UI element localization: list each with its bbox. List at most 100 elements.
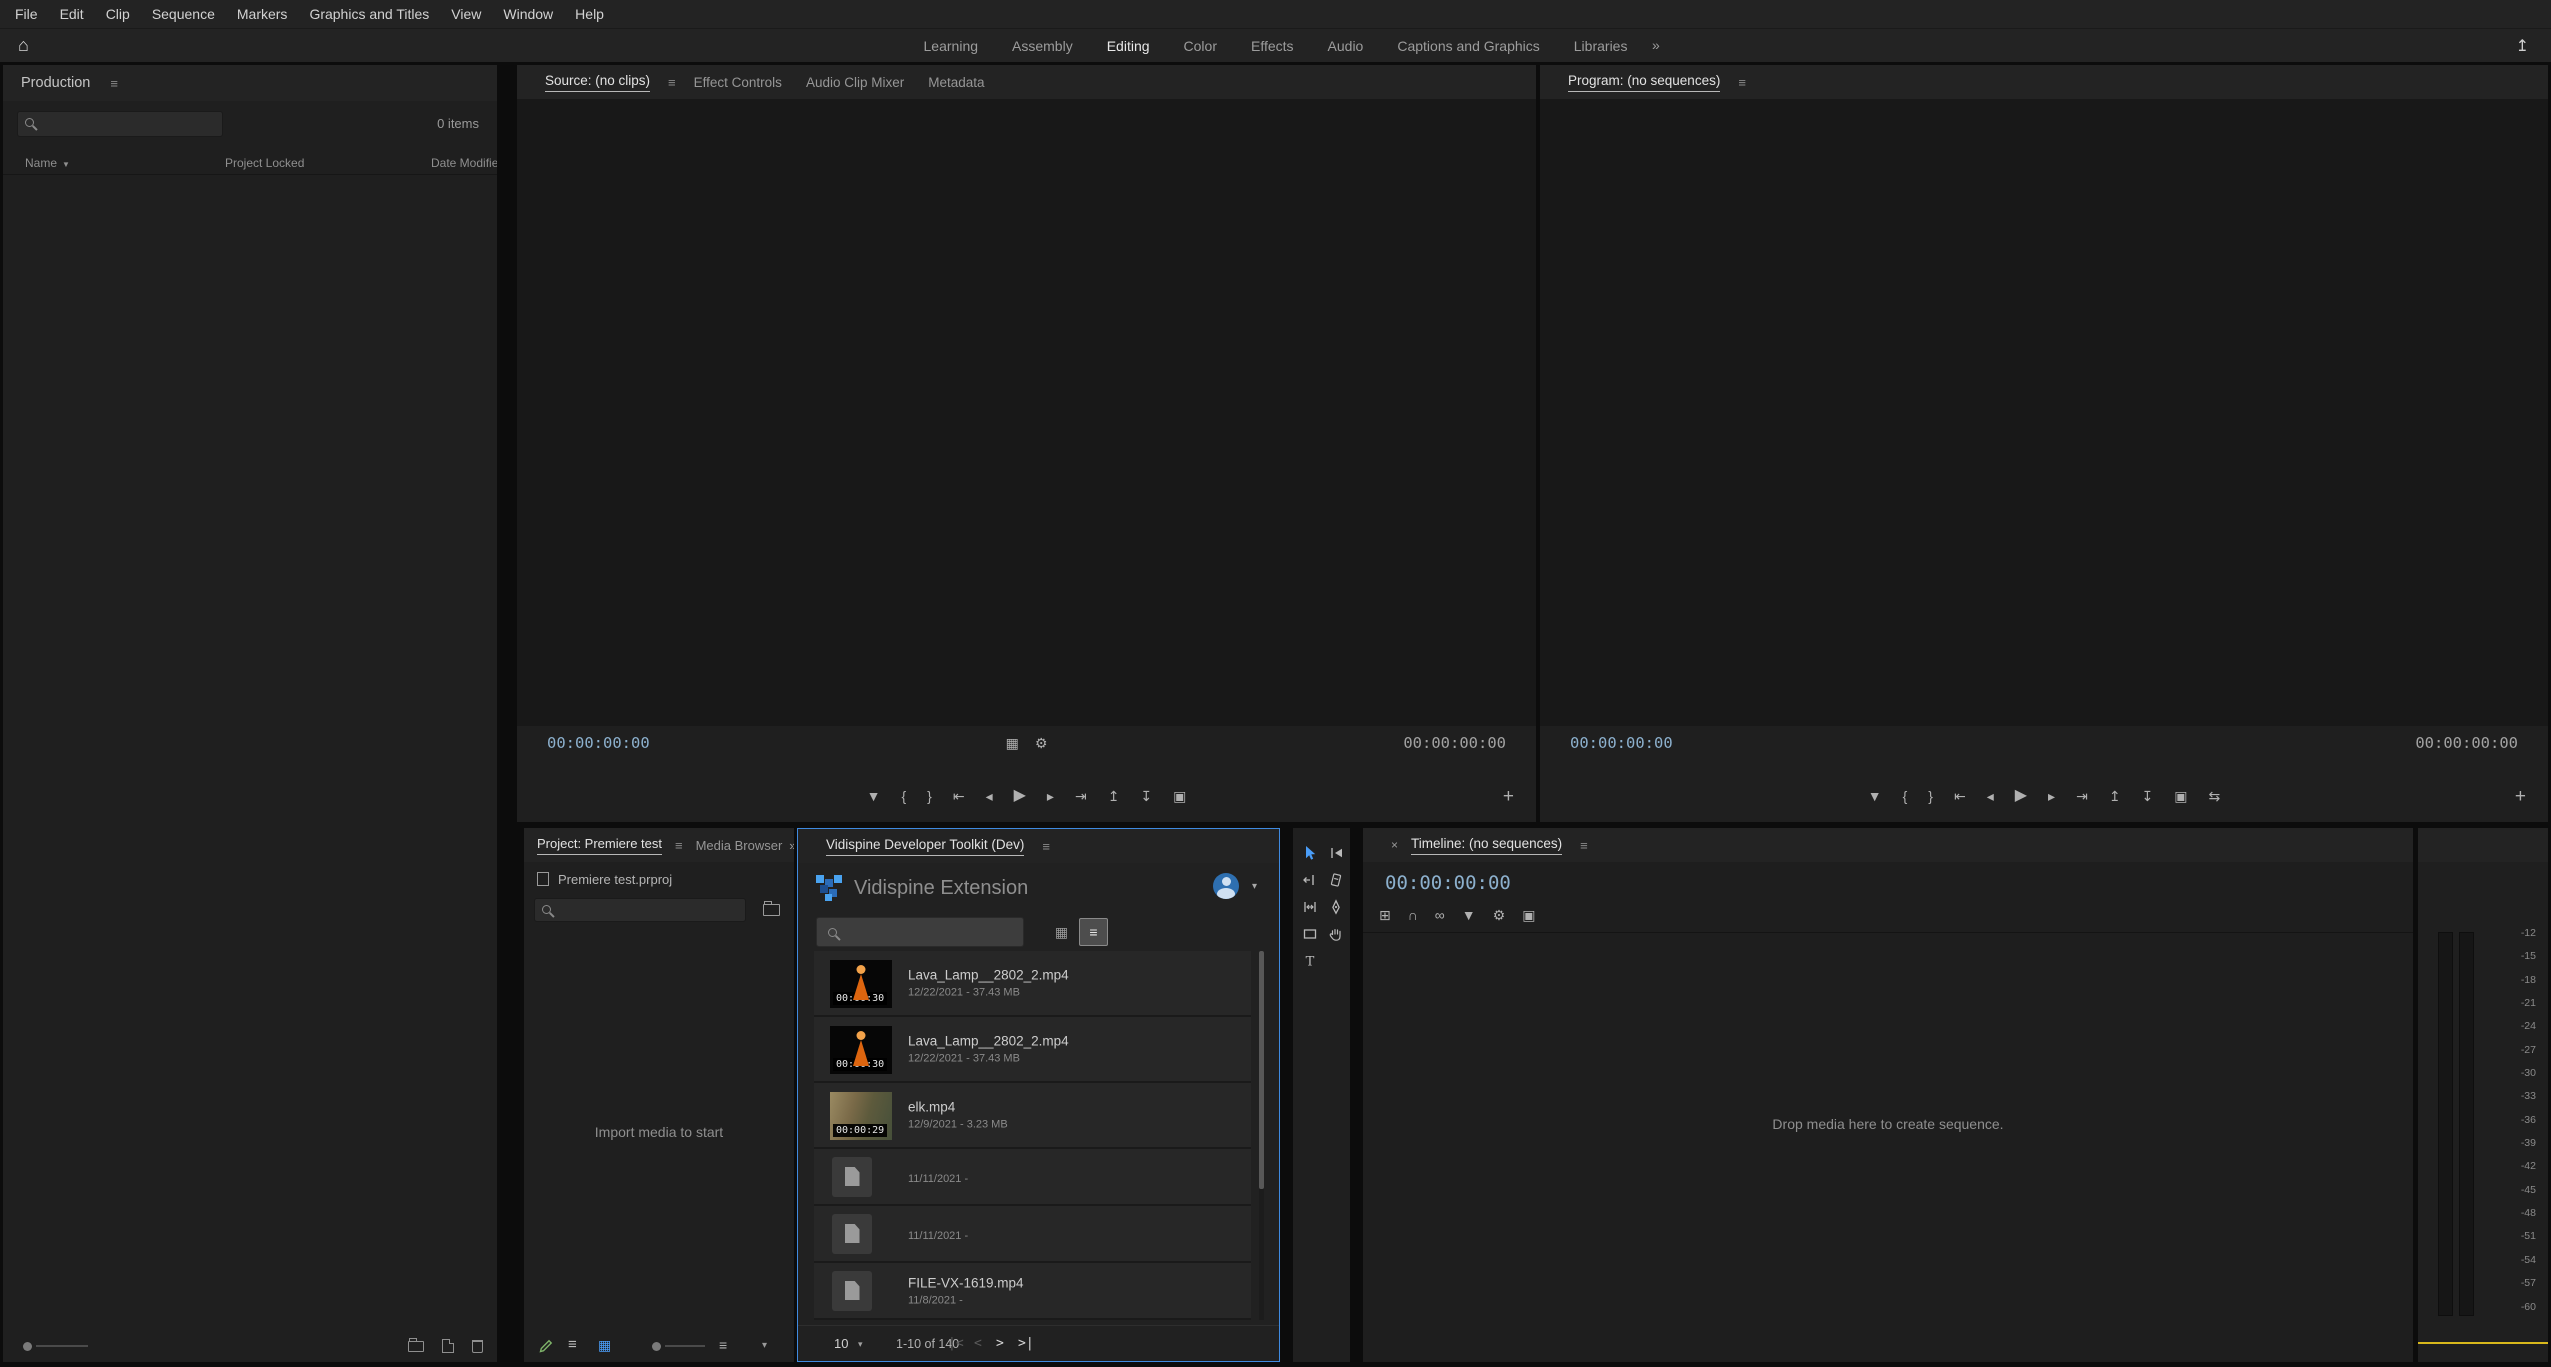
column-header-date-modified[interactable]: Date Modified [431,156,497,170]
media-list-item[interactable]: FILE-VX-1619.mp411/8/2021 - [814,1263,1251,1320]
button-editor-plus-icon[interactable]: + [2515,786,2526,808]
source-tab-audio-clip-mixer[interactable]: Audio Clip Mixer [794,75,916,90]
overwrite-button[interactable]: ↧ [1140,789,1152,803]
timeline-settings-icon[interactable]: ⚙ [1493,908,1506,922]
mark-out-button[interactable]: } [1928,789,1933,803]
hand-tool[interactable] [1325,923,1347,945]
comparison-view-button[interactable]: ⇆ [2209,789,2221,803]
panel-menu-icon[interactable]: ≡ [669,838,689,853]
thumbnail-zoom-slider-handle[interactable] [652,1342,661,1351]
first-page-button[interactable]: |< [948,1336,964,1351]
home-icon[interactable]: ⌂ [18,35,29,56]
avatar-caret-down-icon[interactable]: ▾ [1252,881,1257,892]
mark-out-button[interactable]: } [927,789,932,803]
project-overflow-chevron-icon[interactable]: » [789,838,794,853]
menu-help[interactable]: Help [564,0,615,29]
list-scrollbar-thumb[interactable] [1259,951,1264,1189]
project-writable-pencil-icon[interactable] [538,1338,554,1354]
go-to-in-button[interactable]: ⇤ [1954,789,1966,803]
caret-down-icon[interactable]: ▾ [762,1340,767,1351]
page-size-caret-icon[interactable]: ▾ [858,1339,863,1350]
close-icon[interactable]: × [1391,838,1398,852]
timeline-panel-menu-icon[interactable]: ≡ [1574,838,1594,853]
workspace-tab-assembly[interactable]: Assembly [1012,38,1073,54]
step-back-button[interactable]: ◂ [986,789,993,803]
source-tab-metadata[interactable]: Metadata [916,75,996,90]
step-forward-button[interactable]: ▸ [2048,789,2055,803]
new-bin-icon[interactable] [408,1341,424,1352]
grid-view-button[interactable]: ▦ [1047,918,1076,946]
panel-menu-icon[interactable]: ≡ [1732,75,1752,90]
user-avatar[interactable] [1213,873,1239,899]
step-forward-button[interactable]: ▸ [1047,789,1054,803]
ripple-edit-tool[interactable] [1299,869,1321,891]
button-editor-plus-icon[interactable]: + [1503,786,1514,808]
export-frame-button[interactable]: ▣ [2174,789,2187,803]
menu-clip[interactable]: Clip [95,0,141,29]
delete-icon[interactable] [472,1340,483,1353]
pen-tool[interactable] [1325,896,1347,918]
new-item-icon[interactable] [442,1339,454,1353]
snap-icon[interactable]: ∩ [1408,908,1418,922]
selection-tool[interactable] [1299,842,1321,864]
source-tab-source-no-clips[interactable]: Source: (no clips) [533,73,662,92]
add-marker-button[interactable]: ▼ [867,789,881,803]
program-tab-program-no-sequences[interactable]: Program: (no sequences) [1556,73,1732,92]
zoom-slider-handle[interactable] [23,1342,32,1351]
source-tab-effect-controls[interactable]: Effect Controls [682,75,794,90]
menu-sequence[interactable]: Sequence [141,0,226,29]
page-size-select[interactable]: 10 [834,1336,848,1351]
rectangle-tool[interactable] [1299,923,1321,945]
tab-vidispine-developer-toolkit[interactable]: Vidispine Developer Toolkit (Dev) [814,837,1036,856]
razor-tool[interactable] [1325,869,1347,891]
production-panel-menu-icon[interactable]: ≡ [104,76,124,91]
media-list-item[interactable]: 00:00:30Lava_Lamp__2802_2.mp412/22/2021 … [814,1017,1251,1083]
workspace-tab-audio[interactable]: Audio [1328,38,1364,54]
column-header-project-locked[interactable]: Project Locked [225,156,304,170]
last-page-button[interactable]: >| [1018,1336,1034,1351]
menu-edit[interactable]: Edit [49,0,95,29]
vidispine-search-input[interactable] [816,917,1024,947]
list-view-button[interactable]: ≡ [1079,918,1108,946]
list-view-icon[interactable]: ≡ [568,1336,577,1353]
export-frame-icon[interactable]: ▣ [1522,908,1535,922]
quick-export-icon[interactable]: ↥ [2516,36,2529,56]
workspace-overflow-chevron-icon[interactable]: » [1652,37,1660,53]
media-list-item[interactable]: 11/11/2021 - [814,1206,1251,1263]
playback-settings-icon[interactable]: ▦ [1006,736,1019,750]
go-to-out-button[interactable]: ⇥ [2076,789,2088,803]
go-to-out-button[interactable]: ⇥ [1075,789,1087,803]
menu-file[interactable]: File [4,0,49,29]
go-to-in-button[interactable]: ⇤ [953,789,965,803]
slip-tool[interactable] [1299,896,1321,918]
insert-button[interactable]: ↥ [1108,789,1120,803]
project-tab-project-premiere-test[interactable]: Project: Premiere test [530,836,669,855]
export-frame-button[interactable]: ▣ [1173,789,1186,803]
search-in-bin-folder-icon[interactable] [763,904,780,916]
lift-button[interactable]: ↥ [2109,789,2121,803]
mark-in-button[interactable]: { [1903,789,1908,803]
add-marker-button[interactable]: ▼ [1868,789,1882,803]
workspace-tab-effects[interactable]: Effects [1251,38,1294,54]
vidispine-panel-menu-icon[interactable]: ≡ [1036,839,1056,854]
menu-view[interactable]: View [440,0,492,29]
panel-menu-icon[interactable]: ≡ [662,75,682,90]
nest-toggle-icon[interactable]: ⊞ [1379,908,1391,922]
media-list-item[interactable]: 11/11/2021 - [814,1149,1251,1206]
menu-window[interactable]: Window [492,0,564,29]
workspace-tab-editing[interactable]: Editing [1107,38,1150,54]
thumbnail-zoom-slider-track[interactable] [665,1345,705,1347]
project-search-input[interactable] [534,898,746,922]
next-page-button[interactable]: > [996,1336,1004,1351]
mark-in-button[interactable]: { [901,789,906,803]
settings-wrench-icon[interactable]: ⚙ [1035,736,1048,750]
media-list-item[interactable]: 00:00:29elk.mp412/9/2021 - 3.23 MB [814,1083,1251,1149]
play-button[interactable]: ▶ [2015,788,2027,804]
add-marker-icon[interactable]: ▼ [1462,908,1476,922]
menu-graphics-and-titles[interactable]: Graphics and Titles [298,0,440,29]
zoom-slider-track[interactable] [36,1345,88,1347]
linked-selection-icon[interactable]: ∞ [1435,908,1445,922]
workspace-tab-libraries[interactable]: Libraries [1574,38,1628,54]
workspace-tab-learning[interactable]: Learning [924,38,979,54]
tab-timeline[interactable]: × Timeline: (no sequences) [1379,836,1574,855]
